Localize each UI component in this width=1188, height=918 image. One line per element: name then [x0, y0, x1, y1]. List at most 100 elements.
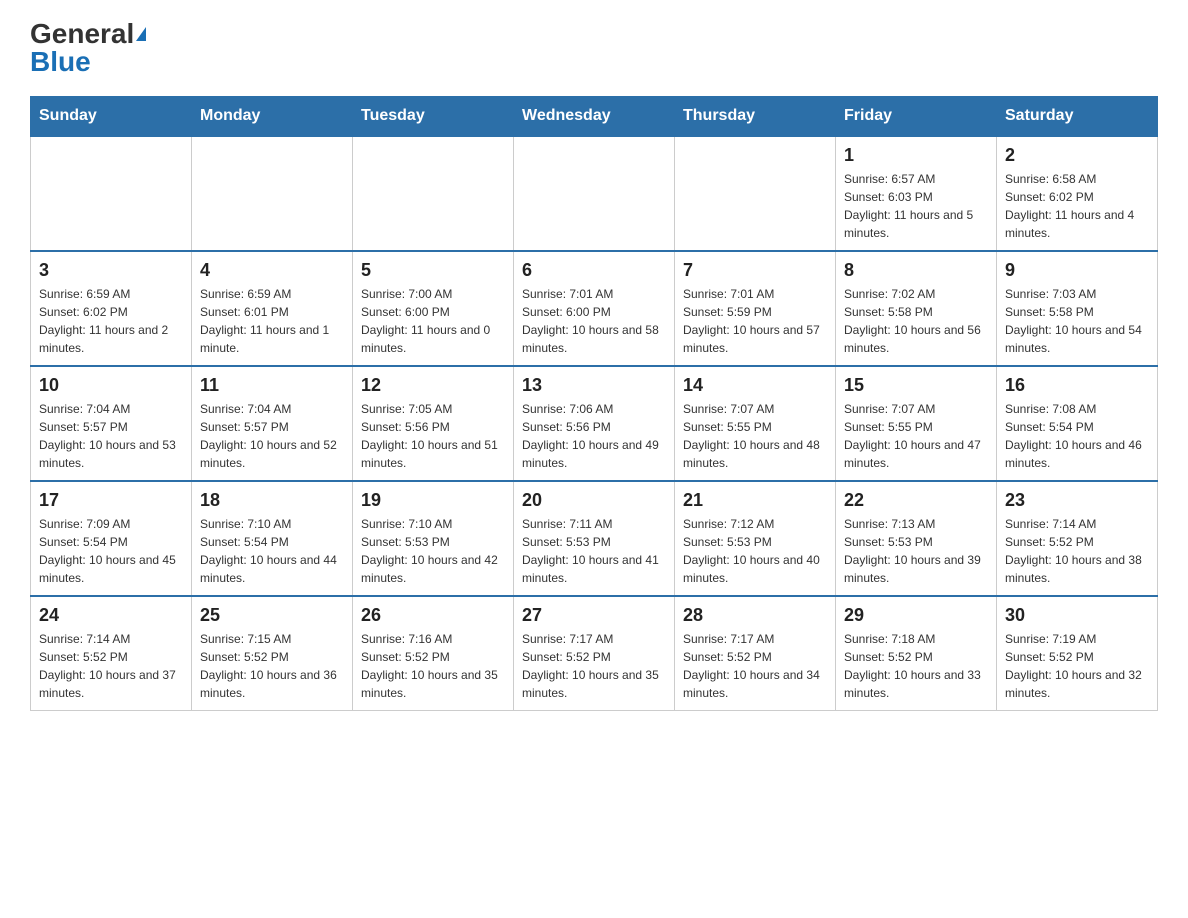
calendar-cell: 2Sunrise: 6:58 AMSunset: 6:02 PMDaylight…: [997, 136, 1158, 251]
day-info: Sunrise: 7:19 AMSunset: 5:52 PMDaylight:…: [1005, 630, 1149, 702]
calendar-cell: 24Sunrise: 7:14 AMSunset: 5:52 PMDayligh…: [31, 596, 192, 711]
weekday-header-monday: Monday: [192, 97, 353, 137]
calendar-cell: 17 Sunrise: 7:09 AMSunset: 5:54 PMDayligh…: [31, 481, 192, 596]
calendar-cell: 7Sunrise: 7:01 AMSunset: 5:59 PMDaylight…: [675, 251, 836, 366]
day-info: Sunrise: 7:09 AMSunset: 5:54 PMDaylight:…: [39, 515, 183, 587]
day-info: Sunrise: 7:07 AMSunset: 5:55 PMDaylight:…: [844, 400, 988, 472]
day-number: 3: [39, 260, 183, 281]
calendar-cell: 26 Sunrise: 7:16 AMSunset: 5:52 PMDayligh…: [353, 596, 514, 711]
day-info: Sunrise: 7:17 AMSunset: 5:52 PMDaylight:…: [683, 630, 827, 702]
day-number: 20: [522, 490, 666, 511]
calendar-cell: 13Sunrise: 7:06 AMSunset: 5:56 PMDayligh…: [514, 366, 675, 481]
day-number: 12: [361, 375, 505, 396]
weekday-header-sunday: Sunday: [31, 97, 192, 137]
day-number: 17: [39, 490, 183, 511]
page-header: General Blue: [30, 20, 1158, 76]
calendar-cell: 15 Sunrise: 7:07 AMSunset: 5:55 PMDayligh…: [836, 366, 997, 481]
day-number: 28: [683, 605, 827, 626]
calendar-week-row: 17 Sunrise: 7:09 AMSunset: 5:54 PMDayligh…: [31, 481, 1158, 596]
calendar-cell: 16 Sunrise: 7:08 AMSunset: 5:54 PMDayligh…: [997, 366, 1158, 481]
calendar-cell: [192, 136, 353, 251]
day-info: Sunrise: 7:01 AMSunset: 6:00 PMDaylight:…: [522, 285, 666, 357]
day-info: Sunrise: 7:08 AMSunset: 5:54 PMDaylight:…: [1005, 400, 1149, 472]
day-info: Sunrise: 7:07 AMSunset: 5:55 PMDaylight:…: [683, 400, 827, 472]
calendar-cell: 9 Sunrise: 7:03 AMSunset: 5:58 PMDaylight…: [997, 251, 1158, 366]
logo: General Blue: [30, 20, 146, 76]
calendar-cell: 29Sunrise: 7:18 AMSunset: 5:52 PMDayligh…: [836, 596, 997, 711]
day-info: Sunrise: 7:03 AMSunset: 5:58 PMDaylight:…: [1005, 285, 1149, 357]
calendar-cell: [353, 136, 514, 251]
day-info: Sunrise: 7:02 AMSunset: 5:58 PMDaylight:…: [844, 285, 988, 357]
calendar-cell: 6 Sunrise: 7:01 AMSunset: 6:00 PMDaylight…: [514, 251, 675, 366]
day-number: 16: [1005, 375, 1149, 396]
day-info: Sunrise: 6:57 AMSunset: 6:03 PMDaylight:…: [844, 170, 988, 242]
day-number: 26: [361, 605, 505, 626]
day-info: Sunrise: 6:58 AMSunset: 6:02 PMDaylight:…: [1005, 170, 1149, 242]
day-number: 23: [1005, 490, 1149, 511]
day-number: 5: [361, 260, 505, 281]
day-number: 11: [200, 375, 344, 396]
calendar-week-row: 1Sunrise: 6:57 AMSunset: 6:03 PMDaylight…: [31, 136, 1158, 251]
day-number: 4: [200, 260, 344, 281]
logo-general-text: General: [30, 20, 134, 48]
weekday-header-tuesday: Tuesday: [353, 97, 514, 137]
day-number: 14: [683, 375, 827, 396]
calendar-week-row: 10 Sunrise: 7:04 AMSunset: 5:57 PMDayligh…: [31, 366, 1158, 481]
calendar-cell: 8Sunrise: 7:02 AMSunset: 5:58 PMDaylight…: [836, 251, 997, 366]
calendar-cell: 25 Sunrise: 7:15 AMSunset: 5:52 PMDayligh…: [192, 596, 353, 711]
calendar-cell: 21Sunrise: 7:12 AMSunset: 5:53 PMDayligh…: [675, 481, 836, 596]
calendar-cell: 11 Sunrise: 7:04 AMSunset: 5:57 PMDayligh…: [192, 366, 353, 481]
calendar-cell: 20 Sunrise: 7:11 AMSunset: 5:53 PMDayligh…: [514, 481, 675, 596]
calendar-cell: 18 Sunrise: 7:10 AMSunset: 5:54 PMDayligh…: [192, 481, 353, 596]
day-number: 25: [200, 605, 344, 626]
calendar-cell: 28 Sunrise: 7:17 AMSunset: 5:52 PMDayligh…: [675, 596, 836, 711]
calendar-cell: 1Sunrise: 6:57 AMSunset: 6:03 PMDaylight…: [836, 136, 997, 251]
day-info: Sunrise: 7:00 AMSunset: 6:00 PMDaylight:…: [361, 285, 505, 357]
calendar-cell: 5 Sunrise: 7:00 AMSunset: 6:00 PMDaylight…: [353, 251, 514, 366]
calendar-cell: 23 Sunrise: 7:14 AMSunset: 5:52 PMDayligh…: [997, 481, 1158, 596]
day-number: 27: [522, 605, 666, 626]
day-number: 15: [844, 375, 988, 396]
calendar-cell: 27 Sunrise: 7:17 AMSunset: 5:52 PMDayligh…: [514, 596, 675, 711]
day-number: 18: [200, 490, 344, 511]
calendar-table: SundayMondayTuesdayWednesdayThursdayFrid…: [30, 96, 1158, 711]
day-info: Sunrise: 7:10 AMSunset: 5:54 PMDaylight:…: [200, 515, 344, 587]
weekday-header-saturday: Saturday: [997, 97, 1158, 137]
weekday-header-friday: Friday: [836, 97, 997, 137]
logo-triangle-icon: [136, 27, 146, 41]
calendar-week-row: 24Sunrise: 7:14 AMSunset: 5:52 PMDayligh…: [31, 596, 1158, 711]
day-number: 19: [361, 490, 505, 511]
calendar-week-row: 3 Sunrise: 6:59 AMSunset: 6:02 PMDaylight…: [31, 251, 1158, 366]
day-info: Sunrise: 7:17 AMSunset: 5:52 PMDaylight:…: [522, 630, 666, 702]
day-info: Sunrise: 7:13 AMSunset: 5:53 PMDaylight:…: [844, 515, 988, 587]
calendar-cell: 10 Sunrise: 7:04 AMSunset: 5:57 PMDayligh…: [31, 366, 192, 481]
day-info: Sunrise: 7:04 AMSunset: 5:57 PMDaylight:…: [39, 400, 183, 472]
day-number: 22: [844, 490, 988, 511]
day-info: Sunrise: 7:05 AMSunset: 5:56 PMDaylight:…: [361, 400, 505, 472]
day-info: Sunrise: 7:06 AMSunset: 5:56 PMDaylight:…: [522, 400, 666, 472]
day-info: Sunrise: 7:15 AMSunset: 5:52 PMDaylight:…: [200, 630, 344, 702]
calendar-cell: 30 Sunrise: 7:19 AMSunset: 5:52 PMDayligh…: [997, 596, 1158, 711]
day-number: 9: [1005, 260, 1149, 281]
day-info: Sunrise: 6:59 AMSunset: 6:01 PMDaylight:…: [200, 285, 344, 357]
calendar-cell: 12 Sunrise: 7:05 AMSunset: 5:56 PMDayligh…: [353, 366, 514, 481]
day-info: Sunrise: 7:14 AMSunset: 5:52 PMDaylight:…: [1005, 515, 1149, 587]
day-info: Sunrise: 7:04 AMSunset: 5:57 PMDaylight:…: [200, 400, 344, 472]
calendar-cell: 14 Sunrise: 7:07 AMSunset: 5:55 PMDayligh…: [675, 366, 836, 481]
day-info: Sunrise: 7:16 AMSunset: 5:52 PMDaylight:…: [361, 630, 505, 702]
calendar-cell: 19 Sunrise: 7:10 AMSunset: 5:53 PMDayligh…: [353, 481, 514, 596]
calendar-cell: 22 Sunrise: 7:13 AMSunset: 5:53 PMDayligh…: [836, 481, 997, 596]
day-number: 10: [39, 375, 183, 396]
calendar-cell: [514, 136, 675, 251]
day-number: 29: [844, 605, 988, 626]
day-number: 6: [522, 260, 666, 281]
day-info: Sunrise: 6:59 AMSunset: 6:02 PMDaylight:…: [39, 285, 183, 357]
day-number: 30: [1005, 605, 1149, 626]
day-number: 21: [683, 490, 827, 511]
day-number: 7: [683, 260, 827, 281]
weekday-header-wednesday: Wednesday: [514, 97, 675, 137]
day-info: Sunrise: 7:14 AMSunset: 5:52 PMDaylight:…: [39, 630, 183, 702]
day-info: Sunrise: 7:10 AMSunset: 5:53 PMDaylight:…: [361, 515, 505, 587]
day-info: Sunrise: 7:11 AMSunset: 5:53 PMDaylight:…: [522, 515, 666, 587]
calendar-cell: [675, 136, 836, 251]
